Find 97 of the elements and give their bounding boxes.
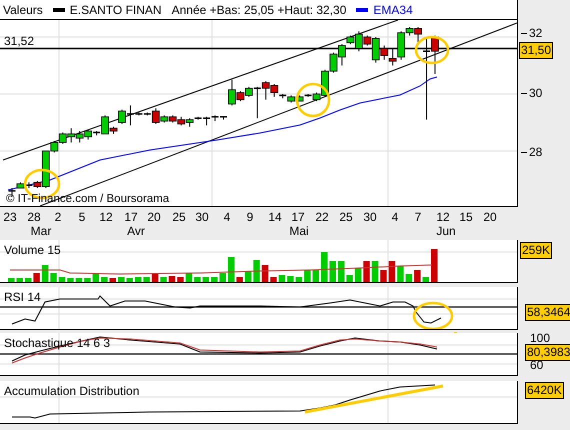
date-label: 4 xyxy=(224,210,230,224)
volume-bar xyxy=(304,270,311,282)
volume-bar xyxy=(50,273,57,282)
volume-bar xyxy=(287,276,294,282)
axis-label: 30 xyxy=(529,86,542,100)
volume-bar xyxy=(354,268,362,282)
axis-label: 28 xyxy=(529,145,542,159)
month-label: Jun xyxy=(436,224,456,238)
volume-bar xyxy=(126,278,133,282)
value-badge: 80,3983 xyxy=(525,344,570,361)
axis-tick xyxy=(521,152,527,153)
volume-bar xyxy=(431,249,438,282)
volume-bar xyxy=(177,277,184,282)
date-label: 30 xyxy=(363,210,377,224)
highlight-circle xyxy=(296,82,330,118)
volume-bar xyxy=(338,261,344,282)
volume-bar xyxy=(253,260,260,282)
volume-bar xyxy=(202,277,210,282)
volume-bar xyxy=(101,277,108,282)
volume-bar xyxy=(363,261,370,282)
axis-tick xyxy=(521,93,527,94)
volume-bar xyxy=(168,276,176,282)
volume-bar xyxy=(380,270,387,282)
date-label: 22 xyxy=(315,210,329,224)
volume-bar xyxy=(33,273,40,282)
axis-label: 100 xyxy=(530,331,550,345)
legend-label: EMA34 xyxy=(373,3,413,17)
volume-bar xyxy=(160,277,167,282)
date-label: 20 xyxy=(147,210,161,224)
reference-label: 31,52 xyxy=(4,34,34,48)
date-label: 2 xyxy=(54,210,62,224)
month-label: Avr xyxy=(127,224,145,238)
value-badge: 259K xyxy=(520,242,552,259)
volume-bar xyxy=(278,275,286,282)
volume-bar xyxy=(194,277,201,282)
volume-bar xyxy=(388,261,396,282)
volume-bar xyxy=(244,271,252,282)
date-label: 20 xyxy=(483,210,497,224)
volume-bar xyxy=(24,278,32,282)
axis-tick xyxy=(521,33,527,34)
candlestick xyxy=(67,128,76,143)
header-text: Année +Bas: 25,05 +Haut: 32,30 xyxy=(172,3,346,17)
highlight-circle xyxy=(414,36,450,64)
value-badge: 6420K xyxy=(525,382,564,399)
axis-label: 60 xyxy=(530,358,544,372)
date-label: 28 xyxy=(27,210,41,224)
volume-bar xyxy=(42,265,48,282)
volume-bar xyxy=(134,277,142,282)
month-label: Mar xyxy=(30,224,52,238)
volume-bar xyxy=(372,261,378,282)
indicator-title: RSI 14 xyxy=(4,290,41,304)
volume-bar xyxy=(296,277,302,282)
indicator-title: Volume 15 xyxy=(4,243,61,257)
volume-bar xyxy=(143,277,150,282)
volume-bar xyxy=(76,278,82,282)
date-label: 17 xyxy=(291,210,305,224)
date-label: 17 xyxy=(124,210,138,224)
date-label: 9 xyxy=(246,210,254,224)
date-label: 12 xyxy=(99,210,113,224)
candlestick xyxy=(76,130,84,143)
volume-bar xyxy=(58,277,66,282)
date-label: 15 xyxy=(459,210,473,224)
volume-bar xyxy=(220,273,226,282)
volume-bar xyxy=(422,277,430,282)
value-badge: 58,3464 xyxy=(525,304,570,321)
volume-bar xyxy=(228,257,234,282)
volume-bar xyxy=(236,277,243,282)
candlestick xyxy=(168,114,177,123)
volume-bar xyxy=(8,278,14,282)
volume-bar xyxy=(312,270,320,282)
date-label: 25 xyxy=(172,210,186,224)
date-label: 12 xyxy=(436,210,450,224)
volume-bar xyxy=(67,278,74,282)
last-price-badge: 31,50 xyxy=(519,42,554,59)
date-label: 7 xyxy=(414,210,422,224)
volume-bar xyxy=(414,270,421,282)
date-label: 30 xyxy=(195,210,209,224)
volume-bar xyxy=(84,278,91,282)
volume-bar xyxy=(211,277,218,282)
axis-label: 32 xyxy=(529,26,542,40)
date-label: 5 xyxy=(78,210,86,224)
legend-label: E.SANTO FINAN xyxy=(70,3,162,17)
header-text: Valeurs xyxy=(3,3,43,17)
candlestick xyxy=(177,116,186,126)
volume-bar xyxy=(262,265,268,282)
volume-bar xyxy=(406,274,412,282)
indicator-title: Accumulation Distribution xyxy=(4,384,140,398)
volume-bar xyxy=(16,278,23,282)
date-label: 14 xyxy=(268,210,282,224)
date-label: 23 xyxy=(3,210,17,224)
month-label: Mai xyxy=(289,224,309,238)
volume-bar xyxy=(270,277,277,282)
date-label: 25 xyxy=(339,210,353,224)
candlestick xyxy=(58,132,67,144)
volume-bar xyxy=(346,275,353,282)
volume-bar xyxy=(397,266,404,282)
date-label: 4 xyxy=(392,210,398,224)
